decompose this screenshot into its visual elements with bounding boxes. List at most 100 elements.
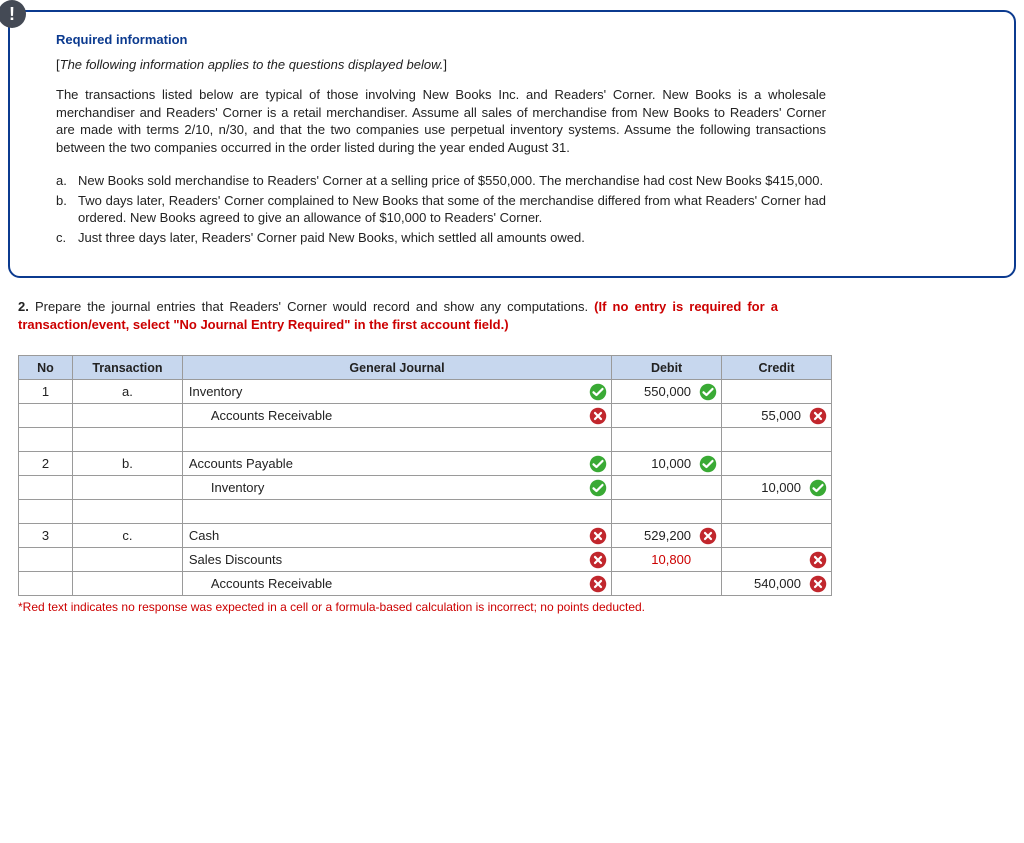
- cell-credit[interactable]: [722, 428, 832, 452]
- transaction-list: a. New Books sold merchandise to Readers…: [56, 172, 826, 246]
- header-no: No: [19, 356, 73, 380]
- cell-account[interactable]: Inventory: [182, 380, 611, 404]
- debit-amount: 529,200: [612, 528, 695, 543]
- header-debit: Debit: [612, 356, 722, 380]
- cell-transaction[interactable]: [72, 476, 182, 500]
- table-row: 3c.Cash 529,200: [19, 524, 832, 548]
- header-credit: Credit: [722, 356, 832, 380]
- item-text: New Books sold merchandise to Readers' C…: [78, 172, 826, 190]
- list-item: a. New Books sold merchandise to Readers…: [56, 172, 826, 190]
- cell-debit[interactable]: 550,000: [612, 380, 722, 404]
- scenario-paragraph: The transactions listed below are typica…: [56, 86, 826, 156]
- cell-transaction[interactable]: [72, 548, 182, 572]
- cell-transaction[interactable]: a.: [72, 380, 182, 404]
- cell-debit[interactable]: [612, 476, 722, 500]
- cell-transaction[interactable]: [72, 404, 182, 428]
- cell-no[interactable]: [19, 500, 73, 524]
- cell-credit[interactable]: [722, 548, 832, 572]
- cell-account[interactable]: Inventory: [182, 476, 611, 500]
- list-item: b. Two days later, Readers' Corner compl…: [56, 192, 826, 227]
- account-name: Cash: [183, 525, 585, 546]
- cell-debit[interactable]: [612, 428, 722, 452]
- required-info-panel: ! Required information [The following in…: [8, 10, 1016, 278]
- cell-debit[interactable]: [612, 404, 722, 428]
- check-icon: [699, 383, 717, 401]
- table-row: [19, 428, 832, 452]
- check-icon: [589, 383, 607, 401]
- cell-debit[interactable]: 529,200: [612, 524, 722, 548]
- cell-no[interactable]: 1: [19, 380, 73, 404]
- applies-text: The following information applies to the…: [60, 57, 444, 72]
- cell-credit[interactable]: 55,000: [722, 404, 832, 428]
- cell-account[interactable]: [182, 428, 611, 452]
- debit-amount: 550,000: [612, 384, 695, 399]
- check-icon: [589, 455, 607, 473]
- x-icon: [589, 575, 607, 593]
- x-icon: [809, 407, 827, 425]
- list-item: c. Just three days later, Readers' Corne…: [56, 229, 826, 247]
- cell-no[interactable]: [19, 548, 73, 572]
- cell-credit[interactable]: [722, 524, 832, 548]
- cell-credit[interactable]: [722, 380, 832, 404]
- cell-credit[interactable]: [722, 500, 832, 524]
- cell-credit[interactable]: 10,000: [722, 476, 832, 500]
- check-icon: [809, 479, 827, 497]
- cell-account[interactable]: Cash: [182, 524, 611, 548]
- cell-account[interactable]: Accounts Payable: [182, 452, 611, 476]
- item-marker: c.: [56, 229, 78, 247]
- credit-amount: 540,000: [722, 576, 805, 591]
- table-row: [19, 500, 832, 524]
- header-general-journal: General Journal: [182, 356, 611, 380]
- debit-amount: 10,800: [612, 552, 695, 567]
- account-name: Accounts Payable: [183, 453, 585, 474]
- credit-amount: 10,000: [722, 480, 805, 495]
- check-icon: [699, 455, 717, 473]
- alert-icon: !: [0, 0, 26, 28]
- question-number: 2.: [18, 299, 29, 314]
- table-row: 2b.Accounts Payable 10,000: [19, 452, 832, 476]
- x-icon: [589, 527, 607, 545]
- check-icon: [589, 479, 607, 497]
- item-text: Two days later, Readers' Corner complain…: [78, 192, 826, 227]
- account-name: Inventory: [183, 381, 585, 402]
- cell-account[interactable]: Accounts Receivable: [182, 572, 611, 596]
- cell-no[interactable]: [19, 428, 73, 452]
- cell-debit[interactable]: [612, 572, 722, 596]
- cell-debit[interactable]: [612, 500, 722, 524]
- account-name: Inventory: [183, 477, 585, 498]
- cell-debit[interactable]: 10,800: [612, 548, 722, 572]
- table-row: Sales Discounts 10,800: [19, 548, 832, 572]
- item-text: Just three days later, Readers' Corner p…: [78, 229, 826, 247]
- cell-debit[interactable]: 10,000: [612, 452, 722, 476]
- header-transaction: Transaction: [72, 356, 182, 380]
- cell-no[interactable]: 3: [19, 524, 73, 548]
- cell-transaction[interactable]: [72, 500, 182, 524]
- account-name: Accounts Receivable: [183, 573, 585, 594]
- cell-no[interactable]: 2: [19, 452, 73, 476]
- cell-account[interactable]: Accounts Receivable: [182, 404, 611, 428]
- table-row: Inventory 10,000: [19, 476, 832, 500]
- x-icon: [809, 551, 827, 569]
- cell-account[interactable]: [182, 500, 611, 524]
- cell-transaction[interactable]: [72, 428, 182, 452]
- account-name: [183, 509, 585, 515]
- account-name: [183, 437, 585, 443]
- cell-credit[interactable]: 540,000: [722, 572, 832, 596]
- applies-line: [The following information applies to th…: [56, 57, 980, 72]
- cell-credit[interactable]: [722, 452, 832, 476]
- cell-no[interactable]: [19, 476, 73, 500]
- credit-amount: 55,000: [722, 408, 805, 423]
- cell-transaction[interactable]: [72, 572, 182, 596]
- bracket-close: ]: [443, 57, 447, 72]
- table-row: 1a.Inventory 550,000: [19, 380, 832, 404]
- cell-transaction[interactable]: b.: [72, 452, 182, 476]
- cell-no[interactable]: [19, 572, 73, 596]
- cell-transaction[interactable]: c.: [72, 524, 182, 548]
- table-header-row: No Transaction General Journal Debit Cre…: [19, 356, 832, 380]
- question-prompt: 2. Prepare the journal entries that Read…: [18, 298, 778, 333]
- cell-account[interactable]: Sales Discounts: [182, 548, 611, 572]
- x-icon: [809, 575, 827, 593]
- account-name: Sales Discounts: [183, 549, 585, 570]
- cell-no[interactable]: [19, 404, 73, 428]
- item-marker: b.: [56, 192, 78, 227]
